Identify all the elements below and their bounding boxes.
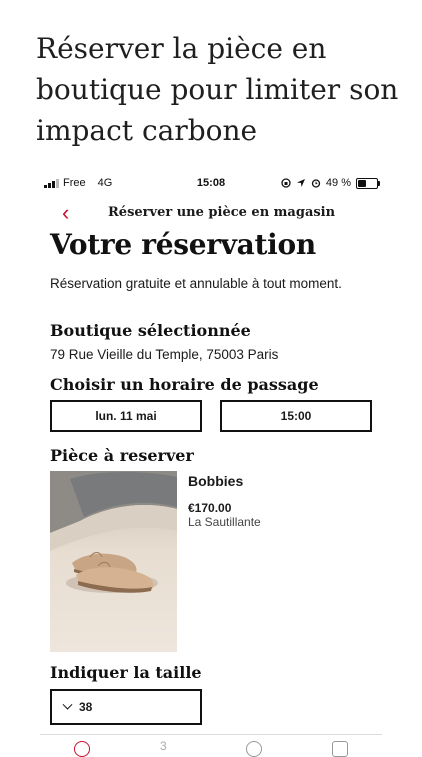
product-name: Bobbies: [188, 473, 244, 489]
battery-percent: 49 %: [325, 177, 351, 189]
lead-text: Réservation gratuite et annulable à tout…: [50, 276, 342, 291]
location-arrow-icon: [296, 179, 305, 187]
status-bar: Free 4G 15:08 49 %: [44, 175, 380, 193]
promo-heading: Réserver la pièce en boutique pour limit…: [36, 32, 399, 147]
date-picker[interactable]: lun. 11 mai: [50, 400, 202, 432]
chevron-down-icon: [62, 699, 73, 710]
shop-address: 79 Rue Vieille du Temple, 75003 Paris: [50, 347, 279, 362]
tab-bar: 3: [40, 734, 382, 757]
piece-heading: Pièce à reserver: [50, 446, 194, 465]
location-icon[interactable]: [246, 741, 262, 757]
size-value: 38: [79, 700, 93, 714]
slot-heading: Choisir un horaire de passage: [50, 375, 319, 394]
home-icon[interactable]: [74, 741, 90, 757]
product-price: €170.00: [188, 501, 232, 515]
size-heading: Indiquer la taille: [50, 663, 202, 682]
lock-rotation-icon: [281, 178, 291, 188]
number-three-icon[interactable]: 3: [160, 739, 170, 755]
time-picker[interactable]: 15:00: [220, 400, 372, 432]
nav-bar: ‹ Réserver une pièce en magasin: [50, 202, 372, 225]
size-select[interactable]: 38: [50, 689, 202, 725]
settings-icon[interactable]: [332, 741, 348, 757]
page-title: Votre réservation: [50, 228, 316, 261]
alarm-icon: [311, 179, 321, 188]
shop-heading: Boutique sélectionnée: [50, 321, 251, 340]
battery-icon: [356, 177, 380, 189]
nav-title: Réserver une pièce en magasin: [108, 205, 336, 220]
product-brand: La Sautillante: [188, 515, 261, 529]
chevron-left-icon[interactable]: ‹: [62, 202, 69, 224]
product-image: [50, 471, 177, 652]
